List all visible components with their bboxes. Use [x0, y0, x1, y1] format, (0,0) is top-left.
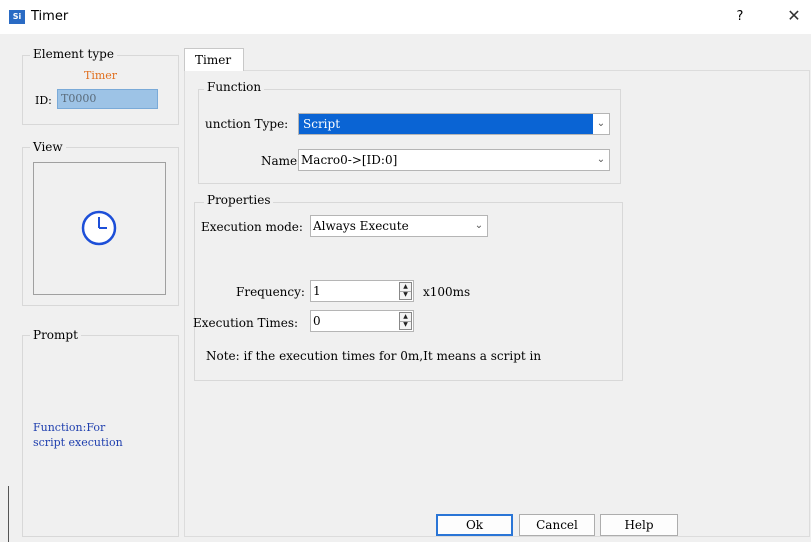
function-type-select[interactable]: Script ⌄: [298, 113, 610, 135]
clock-icon: [81, 210, 117, 246]
frequency-stepper[interactable]: 1 ▲ ▼: [310, 280, 414, 302]
title-bar: Si Timer ? ✕: [0, 0, 811, 34]
function-type-value: Script: [303, 117, 341, 131]
prompt-label: Prompt: [30, 328, 81, 342]
prompt-line-2: script execution: [33, 436, 123, 449]
app-icon: Si: [9, 10, 25, 24]
chevron-down-icon[interactable]: ⌄: [471, 216, 487, 236]
execution-times-stepper[interactable]: 0 ▲ ▼: [310, 310, 414, 332]
tab-timer[interactable]: Timer: [184, 48, 244, 71]
execution-times-value: 0: [313, 314, 321, 328]
view-preview: [33, 162, 166, 295]
divider: [8, 486, 9, 542]
name-label: Name:: [261, 154, 302, 168]
prompt-text: Function:For script execution: [33, 420, 173, 450]
close-button[interactable]: ✕: [784, 6, 804, 26]
execution-mode-select[interactable]: Always Execute ⌄: [310, 215, 488, 237]
properties-group-label: Properties: [204, 193, 274, 207]
chevron-down-icon[interactable]: ⌄: [593, 150, 609, 170]
spin-buttons[interactable]: ▲ ▼: [399, 312, 412, 330]
chevron-down-icon[interactable]: ⌄: [593, 114, 609, 134]
spin-down-icon[interactable]: ▼: [400, 321, 411, 329]
execution-mode-label: Execution mode:: [201, 220, 303, 234]
prompt-line-1: Function:For: [33, 421, 106, 434]
id-field[interactable]: T0000: [57, 89, 158, 109]
function-type-label: unction Type:: [205, 117, 289, 131]
id-label: ID:: [35, 94, 52, 107]
help-button[interactable]: Help: [600, 514, 678, 536]
frequency-value: 1: [313, 284, 321, 298]
spin-buttons[interactable]: ▲ ▼: [399, 282, 412, 300]
cancel-button[interactable]: Cancel: [519, 514, 595, 536]
name-select[interactable]: Macro0->[ID:0] ⌄: [298, 149, 610, 171]
element-type-value: Timer: [84, 69, 118, 82]
element-type-label: Element type: [30, 47, 117, 61]
execution-times-label: Execution Times:: [193, 316, 299, 330]
window-title: Timer: [31, 9, 69, 24]
function-group-label: Function: [204, 80, 265, 94]
name-value: Macro0->[ID:0]: [301, 153, 398, 167]
view-label: View: [30, 140, 66, 154]
ok-button[interactable]: Ok: [436, 514, 513, 536]
note-text: Note: if the execution times for 0m,It m…: [206, 349, 542, 363]
frequency-label: Frequency:: [236, 285, 305, 299]
help-title-button[interactable]: ?: [730, 7, 750, 27]
spin-down-icon[interactable]: ▼: [400, 291, 411, 299]
frequency-unit: x100ms: [423, 285, 471, 299]
execution-mode-value: Always Execute: [313, 219, 409, 233]
